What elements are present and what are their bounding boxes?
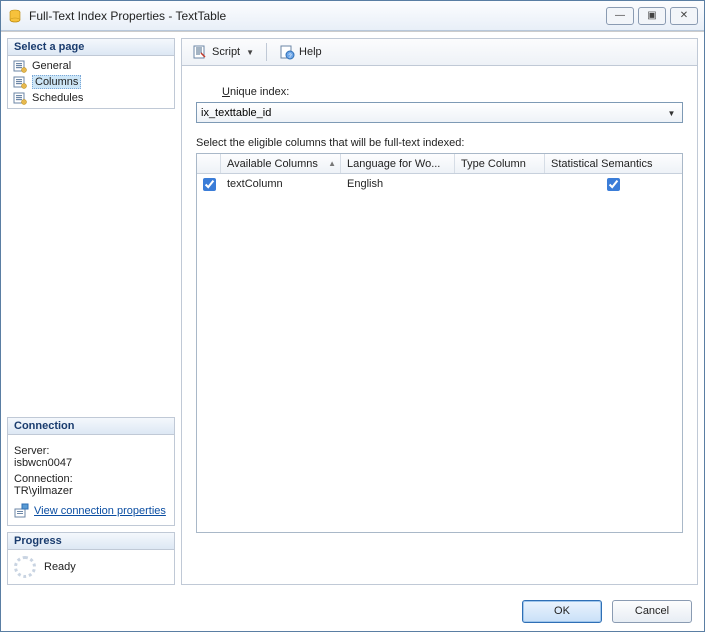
page-item-columns[interactable]: Columns: [8, 74, 174, 90]
page-icon: [12, 59, 28, 73]
dialog-footer: OK Cancel: [1, 591, 704, 631]
grid-header-row: Available Columns▲ Language for Wo... Ty…: [197, 154, 682, 174]
page-icon: [12, 75, 28, 89]
page-label: Columns: [32, 75, 81, 89]
row-stats-checkbox[interactable]: [607, 178, 620, 191]
page-label: General: [32, 60, 71, 72]
minimize-button[interactable]: —: [606, 7, 634, 25]
script-label: Script: [212, 46, 240, 58]
progress-spinner-icon: [14, 556, 36, 578]
connection-label: Connection:: [14, 473, 168, 485]
cancel-button[interactable]: Cancel: [612, 600, 692, 623]
maximize-button[interactable]: ▣: [638, 7, 666, 25]
progress-status: Ready: [44, 561, 76, 573]
toolbar: Script ▼ ? Help: [181, 38, 698, 66]
titlebar: Full-Text Index Properties - TextTable —…: [1, 1, 704, 31]
grid-header-checkbox[interactable]: [197, 154, 221, 173]
select-page-panel: Select a page General Columns Schedules: [7, 38, 175, 109]
help-icon: ?: [279, 44, 295, 60]
ok-button[interactable]: OK: [522, 600, 602, 623]
select-page-header: Select a page: [8, 39, 174, 56]
unique-index-label: Unique index:: [222, 86, 683, 98]
progress-header: Progress: [8, 533, 174, 550]
connection-properties-icon: [14, 503, 30, 519]
help-label: Help: [299, 46, 322, 58]
server-label: Server:: [14, 445, 168, 457]
columns-grid-label: Select the eligible columns that will be…: [196, 137, 683, 149]
grid-header-type[interactable]: Type Column: [455, 154, 545, 173]
row-language[interactable]: English: [341, 174, 455, 194]
page-item-general[interactable]: General: [8, 58, 174, 74]
dialog-window: Full-Text Index Properties - TextTable —…: [0, 0, 705, 632]
unique-index-dropdown[interactable]: ix_texttable_id ▼: [196, 102, 683, 123]
sort-asc-icon: ▲: [328, 159, 336, 168]
connection-value: TR\yilmazer: [14, 485, 168, 497]
row-type-column[interactable]: [455, 174, 545, 194]
connection-header: Connection: [8, 418, 174, 435]
progress-panel: Progress Ready: [7, 532, 175, 585]
help-button[interactable]: ? Help: [275, 42, 326, 62]
columns-grid: Available Columns▲ Language for Wo... Ty…: [196, 153, 683, 533]
chevron-down-icon: ▼: [246, 48, 254, 57]
script-icon: [192, 44, 208, 60]
unique-index-value: ix_texttable_id: [201, 107, 271, 119]
page-item-schedules[interactable]: Schedules: [8, 90, 174, 106]
table-row[interactable]: textColumn English: [197, 174, 682, 194]
main-content: Unique index: ix_texttable_id ▼ Select t…: [181, 66, 698, 585]
window-title: Full-Text Index Properties - TextTable: [29, 9, 606, 23]
grid-header-available[interactable]: Available Columns▲: [221, 154, 341, 173]
page-label: Schedules: [32, 92, 83, 104]
row-column-name: textColumn: [221, 174, 341, 194]
close-button[interactable]: ✕: [670, 7, 698, 25]
page-icon: [12, 91, 28, 105]
connection-panel: Connection Server: isbwcn0047 Connection…: [7, 417, 175, 526]
grid-header-stats[interactable]: Statistical Semantics: [545, 154, 682, 173]
view-connection-properties-link[interactable]: View connection properties: [34, 505, 166, 517]
script-button[interactable]: Script ▼: [188, 42, 258, 62]
database-icon: [7, 8, 23, 24]
toolbar-separator: [266, 43, 267, 61]
chevron-down-icon: ▼: [664, 106, 679, 120]
server-value: isbwcn0047: [14, 457, 168, 469]
grid-header-language[interactable]: Language for Wo...: [341, 154, 455, 173]
row-include-checkbox[interactable]: [203, 178, 216, 191]
